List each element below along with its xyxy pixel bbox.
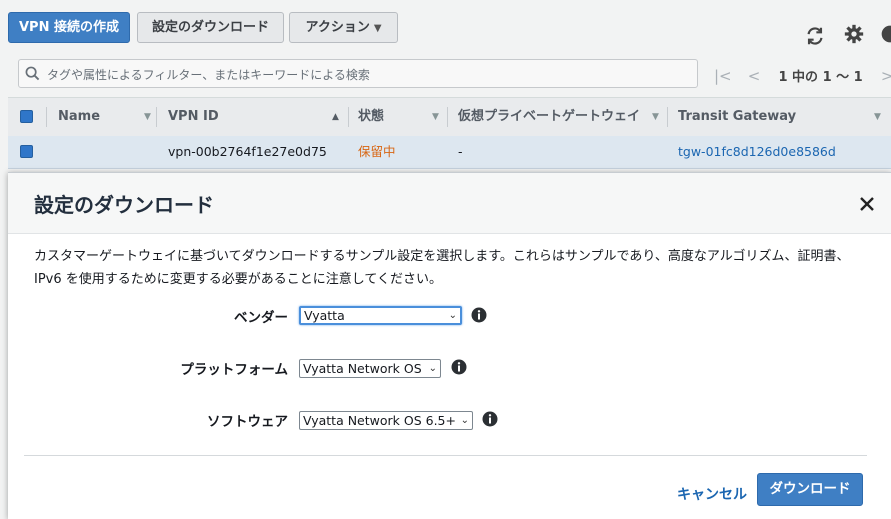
platform-selected-value: Vyatta Network OS bbox=[303, 361, 422, 376]
column-label: Name bbox=[58, 109, 101, 124]
column-header-name[interactable]: Name ▼ bbox=[58, 98, 158, 136]
vendor-select[interactable]: Vyatta ⌄ bbox=[299, 306, 462, 325]
platform-label: プラットフォーム bbox=[180, 362, 288, 378]
download-config-dialog: 設定のダウンロード カスタマーゲートウェイに基づいてダウンロードするサンプル設定… bbox=[8, 172, 891, 519]
cell-tgw-link[interactable]: tgw-01fc8d126d0e8586d bbox=[678, 136, 836, 168]
actions-button[interactable]: アクション ▼ bbox=[289, 12, 398, 43]
column-divider bbox=[46, 107, 47, 127]
chevron-down-icon: ⌄ bbox=[428, 363, 437, 374]
software-label: ソフトウェア bbox=[207, 414, 288, 430]
chevron-down-icon: ▼ bbox=[373, 23, 382, 34]
column-header-tgw[interactable]: Transit Gateway ▼ bbox=[678, 98, 888, 136]
platform-select[interactable]: Vyatta Network OS ⌄ bbox=[299, 359, 441, 378]
cell-vpn-id: vpn-00b2764f1e27e0d75 bbox=[168, 144, 327, 159]
download-button[interactable]: ダウンロード bbox=[757, 473, 863, 506]
table-row[interactable]: vpn-00b2764f1e27e0d75 保留中 - tgw-01fc8d12… bbox=[8, 136, 891, 169]
search-bar bbox=[18, 59, 698, 88]
column-divider bbox=[667, 107, 668, 127]
sort-ascending-icon: ▲ bbox=[332, 112, 339, 122]
help-icon[interactable] bbox=[880, 24, 891, 44]
page-range: 1 中の 1 〜 1 bbox=[778, 70, 863, 85]
dialog-divider bbox=[24, 455, 867, 456]
create-vpn-button[interactable]: VPN 接続の作成 bbox=[8, 12, 130, 43]
column-divider bbox=[156, 107, 157, 127]
column-header-state[interactable]: 状態 ▼ bbox=[358, 98, 448, 136]
sort-icon: ▼ bbox=[874, 112, 881, 122]
info-icon[interactable] bbox=[471, 307, 487, 323]
vendor-label: ベンダー bbox=[234, 310, 288, 326]
software-selected-value: Vyatta Network OS 6.5+ bbox=[303, 413, 456, 428]
dialog-header: 設定のダウンロード bbox=[8, 173, 891, 234]
refresh-icon[interactable] bbox=[804, 25, 826, 47]
info-icon[interactable] bbox=[451, 359, 467, 375]
chevron-down-icon: ⌄ bbox=[460, 415, 469, 426]
search-icon bbox=[25, 66, 40, 81]
prev-page-icon[interactable]: < bbox=[748, 67, 761, 85]
gear-icon[interactable] bbox=[844, 24, 864, 44]
next-page-icon[interactable]: > bbox=[881, 67, 891, 85]
first-page-icon[interactable]: |< bbox=[714, 67, 732, 85]
column-divider bbox=[348, 107, 349, 127]
software-select[interactable]: Vyatta Network OS 6.5+ ⌄ bbox=[299, 411, 473, 430]
chevron-down-icon: ⌄ bbox=[448, 310, 457, 321]
actions-label: アクション bbox=[305, 20, 370, 35]
column-label: Transit Gateway bbox=[678, 109, 797, 124]
column-label: 仮想プライベートゲートウェイ bbox=[458, 109, 641, 124]
dialog-title: 設定のダウンロード bbox=[34, 193, 214, 217]
vendor-selected-value: Vyatta bbox=[304, 308, 345, 323]
column-label: VPN ID bbox=[168, 109, 219, 124]
sort-icon: ▼ bbox=[432, 112, 439, 122]
pagination: |< < 1 中の 1 〜 1 > >| bbox=[708, 66, 891, 85]
column-label: 状態 bbox=[358, 109, 385, 124]
search-input[interactable] bbox=[45, 63, 689, 86]
download-config-button[interactable]: 設定のダウンロード bbox=[137, 12, 284, 43]
column-header-vgw[interactable]: 仮想プライベートゲートウェイ ▼ bbox=[458, 98, 668, 136]
sort-icon: ▼ bbox=[652, 112, 659, 122]
toolbar: VPN 接続の作成 設定のダウンロード アクション ▼ bbox=[0, 0, 891, 55]
row-checkbox[interactable] bbox=[20, 145, 33, 158]
select-all-checkbox[interactable] bbox=[20, 110, 33, 123]
dialog-description: カスタマーゲートウェイに基づいてダウンロードするサンプル設定を選択します。これら… bbox=[34, 249, 850, 287]
info-icon[interactable] bbox=[482, 411, 498, 427]
sort-icon: ▼ bbox=[144, 112, 151, 122]
cell-vgw: - bbox=[458, 144, 463, 159]
cell-state: 保留中 bbox=[358, 144, 396, 159]
column-divider bbox=[447, 107, 448, 127]
close-icon[interactable] bbox=[858, 195, 876, 213]
column-header-vpn-id[interactable]: VPN ID ▲ bbox=[168, 98, 348, 136]
cancel-button[interactable]: キャンセル bbox=[677, 484, 747, 504]
table-header: Name ▼ VPN ID ▲ 状態 ▼ 仮想プライベートゲートウェイ ▼ Tr… bbox=[8, 97, 891, 137]
